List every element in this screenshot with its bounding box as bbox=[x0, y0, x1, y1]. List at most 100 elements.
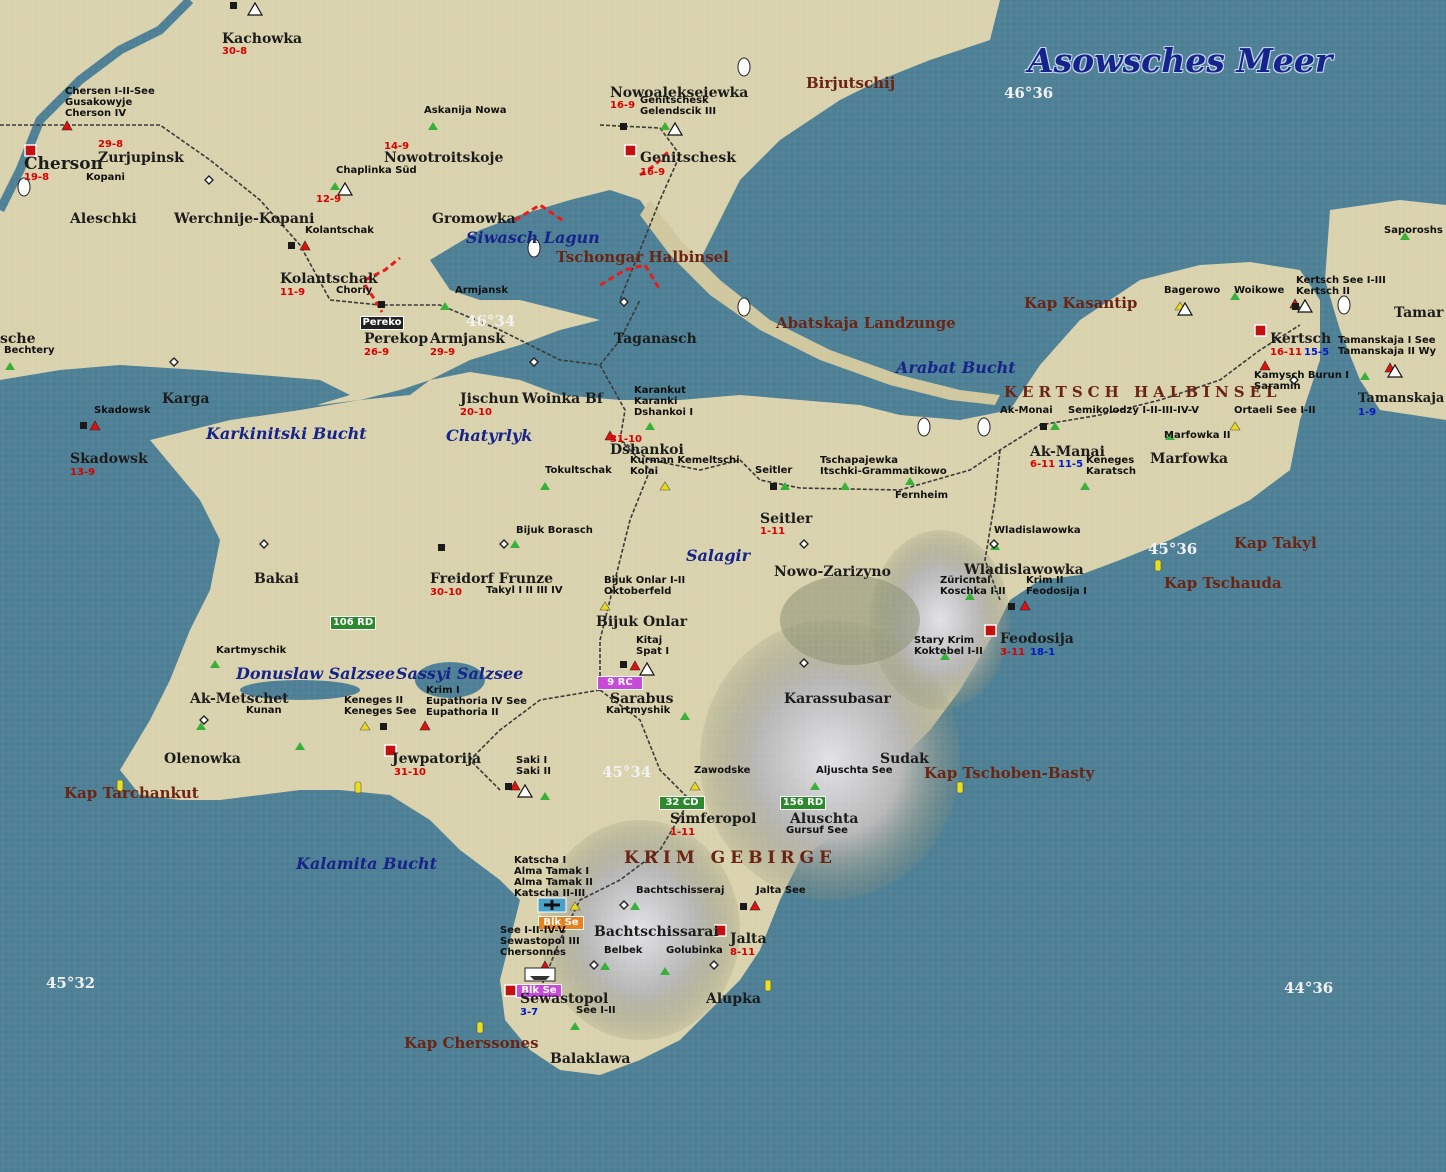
feature-label: Kap Tarchankut bbox=[64, 784, 199, 802]
fuel-icon bbox=[917, 417, 931, 437]
town-label: Jalta bbox=[730, 931, 767, 947]
town-label: Bakai bbox=[254, 571, 299, 587]
feature-label: Kap Tschoben-Basty bbox=[924, 764, 1095, 782]
town-label: Tamanskaja bbox=[1358, 391, 1445, 406]
unit-counter[interactable]: 156 RD bbox=[780, 796, 826, 810]
town-label: Genitschesk bbox=[640, 150, 736, 166]
town-label: Karga bbox=[162, 391, 210, 407]
airfield-label: Marfowka II bbox=[1164, 430, 1231, 441]
feature-label: Kap Cherssones bbox=[404, 1034, 539, 1052]
town-label: Nowotroitskoje bbox=[384, 150, 504, 166]
feature-label: Abatskaja Landzunge bbox=[776, 314, 956, 332]
town-label: Jischun bbox=[460, 391, 519, 407]
coordinate-label: 45°32 bbox=[46, 974, 96, 992]
feature-label: Tschongar Halbinsel bbox=[556, 248, 729, 266]
blue-value: 3-7 bbox=[520, 1007, 539, 1018]
airfield-label: Golubinka bbox=[666, 945, 723, 956]
town-label: Freidorf Frunze bbox=[430, 571, 553, 587]
capture-date: 31-10 bbox=[394, 767, 426, 778]
port-icon bbox=[984, 624, 997, 637]
airfield-label: Krim II Feodosija I bbox=[1026, 575, 1087, 597]
town-label: Bachtschissarai bbox=[594, 924, 719, 940]
blue-value: 15-5 bbox=[1304, 347, 1330, 358]
region-label: KERTSCH HALBINSEL bbox=[1004, 383, 1282, 401]
airfield-label: Fernheim bbox=[895, 490, 949, 501]
airfield-label: Tokultschak bbox=[545, 465, 612, 476]
town-label: Skadowsk bbox=[70, 451, 148, 467]
buoy-icon bbox=[956, 781, 964, 794]
airfield-label: Jalta See bbox=[756, 885, 806, 896]
airfield-label: Stary Krim Koktebel I-II bbox=[914, 635, 983, 657]
town-label: Feodosija bbox=[1000, 631, 1074, 647]
capture-date: 29-9 bbox=[430, 347, 456, 358]
airfield-label: Kartmyschik bbox=[216, 645, 287, 656]
airfield-label: Gursuf See bbox=[786, 825, 848, 836]
airfield-label: Armjansk bbox=[455, 285, 508, 296]
airfield-label: Kamysch Burun I Saramin bbox=[1254, 370, 1350, 392]
coordinate-label: 45°36 bbox=[1148, 540, 1198, 558]
airfield-label: Kitaj Spat I bbox=[636, 635, 670, 657]
blue-value: 18-1 bbox=[1030, 647, 1056, 658]
airfield-label: Bijuk Borasch bbox=[516, 525, 593, 536]
town-label: Tamar bbox=[1394, 305, 1444, 321]
capture-date: 6-11 bbox=[1030, 459, 1056, 470]
sea-label: Salagir bbox=[686, 546, 751, 565]
sea-label: Arabat Bucht bbox=[896, 358, 1016, 377]
unit-counter[interactable]: 32 CD bbox=[659, 796, 705, 810]
airfield-label: Saporoshs bbox=[1384, 225, 1443, 236]
feature-label: Kap Kasantip bbox=[1024, 294, 1138, 312]
airfield-label: Kunan bbox=[246, 705, 282, 716]
airfield-label: Kertsch See I-III Kertsch II bbox=[1296, 275, 1386, 297]
airfield-label: Kartmyshik bbox=[606, 705, 671, 716]
town-label: Kachowka bbox=[222, 31, 303, 47]
town-label: Nowo-Zarizyno bbox=[774, 564, 891, 580]
town-label: Gromowka bbox=[432, 211, 516, 227]
fuel-icon bbox=[1337, 295, 1351, 315]
unit-counter[interactable]: Pereko bbox=[360, 316, 404, 330]
airfield-label: See I-II bbox=[576, 1005, 616, 1016]
airfield-label: Kolantschak bbox=[305, 225, 374, 236]
town-label: Sewastopol bbox=[520, 991, 609, 1007]
town-label: Kertsch bbox=[1270, 331, 1332, 347]
town-label: Perekop bbox=[364, 331, 429, 347]
airfield-label: See I-II-IV-V Sewastopol III Chersonnes bbox=[500, 925, 580, 958]
buoy-icon bbox=[1154, 559, 1162, 572]
town-label: Aluschta bbox=[790, 811, 859, 827]
town-label: Alupka bbox=[706, 991, 761, 1007]
airfield-label: Bagerowo bbox=[1164, 285, 1221, 296]
airfield-label: Krim I Eupathoria IV See Eupathoria II bbox=[426, 685, 527, 718]
airfield-label: Ortaeli See I-II bbox=[1234, 405, 1316, 416]
airfield-label: Kopani bbox=[86, 172, 125, 183]
town-label: Sarabus bbox=[610, 691, 674, 707]
airfield-label: Belbek bbox=[604, 945, 643, 956]
region-label: KRIM GEBIRGE bbox=[624, 848, 837, 868]
feature-label: Kap Takyl bbox=[1234, 534, 1317, 552]
capture-date: 19-8 bbox=[24, 172, 50, 183]
town-label: Sudak bbox=[880, 751, 929, 767]
unit-counter[interactable]: 106 RD bbox=[330, 616, 376, 630]
town-label: Armjansk bbox=[430, 331, 505, 347]
airfield-label: Semikolodzy I-II-III-IV-V bbox=[1068, 405, 1200, 416]
airfield-label: Askanija Nowa bbox=[424, 105, 507, 116]
town-label: Bijuk Onlar bbox=[596, 614, 688, 630]
town-label: Taganasch bbox=[614, 331, 697, 347]
unit-counter[interactable]: 9 RC bbox=[597, 676, 643, 690]
crimea-map[interactable]: Pereko 106 RD 9 RC 32 CD 156 RD Blk Se B… bbox=[0, 0, 1446, 1172]
sea-label: Donuslaw Salzsee bbox=[236, 664, 396, 683]
fuel-icon bbox=[977, 417, 991, 437]
sea-label: Kalamita Bucht bbox=[296, 854, 437, 873]
capture-date: 26-9 bbox=[364, 347, 390, 358]
port-icon bbox=[504, 984, 517, 997]
coordinate-label: 46°36 bbox=[1004, 84, 1054, 102]
capture-date: 31-10 bbox=[610, 434, 642, 445]
capture-date: 16-9 bbox=[640, 167, 666, 178]
sea-label: Chatyrlyk bbox=[446, 426, 533, 445]
blue-value: 11-5 bbox=[1058, 459, 1084, 470]
coordinate-label: 46°34 bbox=[466, 312, 516, 330]
blue-value: 1-9 bbox=[1358, 407, 1377, 418]
airfield-label: Katscha I Alma Tamak I Alma Tamak II Katsch… bbox=[514, 855, 593, 899]
airfield-label: Zawodske bbox=[694, 765, 751, 776]
coordinate-label: 44°36 bbox=[1284, 979, 1334, 997]
feature-label: Kap Tschauda bbox=[1164, 574, 1282, 592]
airfield-label: Woikowe bbox=[1234, 285, 1285, 296]
